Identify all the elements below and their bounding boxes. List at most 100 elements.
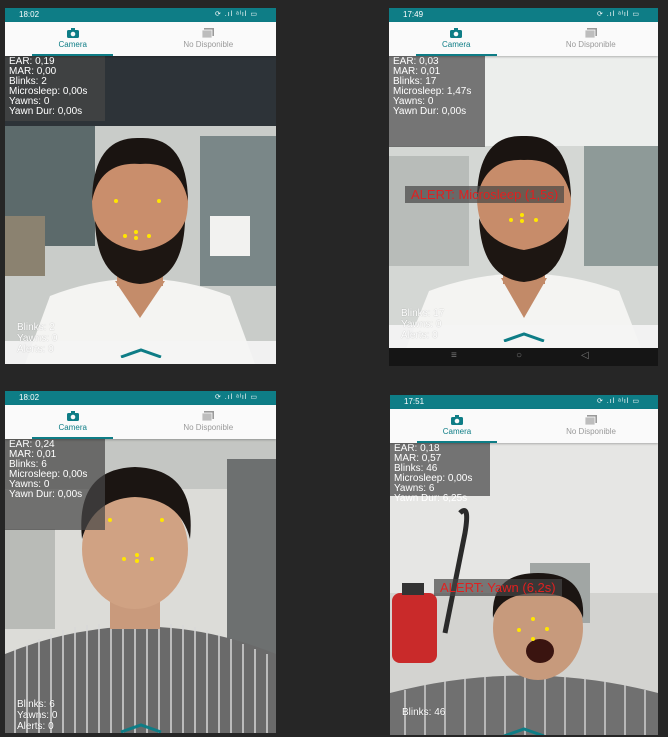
gallery-icon bbox=[202, 28, 215, 38]
tab-camera-label: Camera bbox=[58, 40, 87, 49]
face-landmark-dot bbox=[114, 199, 118, 203]
face-landmark-dot bbox=[517, 628, 521, 632]
status-time: 18:02 bbox=[19, 10, 40, 19]
metric-yawn-duration: Yawn Dur: 0,00s bbox=[9, 489, 83, 500]
bottom-alerts: Alerts: 0 bbox=[17, 344, 54, 355]
system-nav-bar: ≡ ○ ◁ bbox=[389, 348, 658, 366]
face-landmark-dot bbox=[122, 557, 126, 561]
chevron-up-icon[interactable] bbox=[119, 348, 163, 358]
metric-yawn-duration: Yawn Dur: 0,00s bbox=[9, 106, 83, 117]
tab-unavailable-label: No Disponible bbox=[565, 40, 616, 49]
status-time: 17:51 bbox=[404, 397, 425, 406]
metric-yawn-duration: Yawn Dur: 0,00s bbox=[393, 106, 467, 117]
status-icons: ⟳ .ıl ᵃᴵıl ▭ bbox=[214, 394, 258, 401]
tab-unavailable-label: No Disponible bbox=[566, 427, 616, 436]
status-icons: ⟳ .ıl ᵃᴵıl ▭ bbox=[214, 11, 258, 18]
tab-unavailable[interactable]: No Disponible bbox=[524, 22, 659, 56]
tab-indicator bbox=[415, 54, 497, 56]
camera-icon bbox=[66, 28, 79, 38]
face-landmark-dot bbox=[545, 627, 549, 631]
bottom-stats: Blinks: 46 bbox=[402, 707, 445, 718]
nav-menu-icon[interactable]: ≡ bbox=[451, 350, 457, 361]
tab-unavailable-label: No Disponible bbox=[183, 423, 234, 432]
face-landmark-dot bbox=[147, 234, 151, 238]
bottom-blinks: Blinks: 2 bbox=[17, 322, 55, 333]
tab-camera[interactable]: Camera bbox=[5, 405, 141, 439]
bottom-yawns: Yawns: 0 bbox=[401, 319, 442, 330]
phone-screenshot-2: ALERT: Microsleep (1,5s) 17:49 ⟳ .ıl ᵃᴵı… bbox=[389, 8, 658, 366]
metrics-overlay: EAR: 0,03 MAR: 0,01 Blinks: 17 Microslee… bbox=[389, 56, 485, 147]
face-landmark-dot bbox=[134, 230, 138, 234]
metric-yawn-duration: Yawn Dur: 6,25s bbox=[394, 493, 468, 504]
nav-home-icon[interactable]: ○ bbox=[516, 350, 522, 361]
phone-screenshot-1: 18:02 ⟳ .ıl ᵃᴵıl ▭ Camera No Disponible … bbox=[5, 8, 276, 364]
tab-camera-label: Camera bbox=[58, 423, 87, 432]
phone-screenshot-4: ALERT: Yawn (6,2s) 17:51 ⟳ .ıl ᵃᴵıl ▭ Ca… bbox=[390, 395, 658, 735]
metrics-overlay: EAR: 0,19 MAR: 0,00 Blinks: 2 Microsleep… bbox=[5, 56, 105, 121]
metrics-overlay: EAR: 0,18 MAR: 0,57 Blinks: 46 Microslee… bbox=[390, 443, 490, 504]
tab-camera[interactable]: Camera bbox=[390, 409, 524, 443]
tab-unavailable[interactable]: No Disponible bbox=[141, 22, 277, 56]
face-landmark-dot bbox=[509, 218, 513, 222]
metrics-overlay: EAR: 0,24 MAR: 0,01 Blinks: 6 Microsleep… bbox=[5, 439, 105, 530]
face-landmark-dot bbox=[135, 559, 139, 563]
status-bar: 18:02 ⟳ .ıl ᵃᴵıl ▭ bbox=[5, 8, 276, 22]
status-bar: 17:49 ⟳ .ıl ᵃᴵıl ▭ bbox=[389, 8, 658, 22]
alert-banner: ALERT: Microsleep (1,5s) bbox=[405, 186, 565, 203]
bottom-blinks: Blinks: 46 bbox=[402, 707, 446, 718]
face-landmark-dot bbox=[108, 518, 112, 522]
tab-bar: Camera No Disponible bbox=[390, 409, 658, 443]
bottom-alerts: Alerts: 0 bbox=[17, 721, 54, 732]
camera-icon bbox=[450, 28, 463, 38]
bottom-stats: Blinks: 6 Yawns: 0 Alerts: 0 bbox=[17, 699, 57, 732]
face-landmark-dot bbox=[135, 553, 139, 557]
camera-icon bbox=[66, 411, 79, 421]
tab-indicator bbox=[32, 54, 114, 56]
tab-unavailable[interactable]: No Disponible bbox=[141, 405, 277, 439]
tab-bar: Camera No Disponible bbox=[389, 22, 658, 56]
status-bar: 17:51 ⟳ .ıl ᵃᴵıl ▭ bbox=[390, 395, 658, 409]
phone-screenshot-3: 18:02 ⟳ .ıl ᵃᴵıl ▭ Camera No Disponible … bbox=[5, 391, 276, 733]
face-landmark-dot bbox=[534, 218, 538, 222]
face-landmark-dot bbox=[157, 199, 161, 203]
status-time: 18:02 bbox=[19, 393, 40, 402]
face-landmark-dot bbox=[123, 234, 127, 238]
bottom-blinks: Blinks: 17 bbox=[401, 308, 445, 319]
chevron-up-icon[interactable] bbox=[119, 723, 163, 733]
tab-unavailable[interactable]: No Disponible bbox=[524, 409, 658, 443]
nav-back-icon[interactable]: ◁ bbox=[581, 350, 589, 361]
status-icons: ⟳ .ıl ᵃᴵıl ▭ bbox=[596, 398, 640, 405]
face-landmark-dot bbox=[150, 557, 154, 561]
tab-camera[interactable]: Camera bbox=[5, 22, 141, 56]
bottom-alerts: Alerts: 0 bbox=[401, 330, 438, 341]
tab-unavailable-label: No Disponible bbox=[183, 40, 234, 49]
tab-camera[interactable]: Camera bbox=[389, 22, 524, 56]
tab-bar: Camera No Disponible bbox=[5, 22, 276, 56]
face-landmark-dot bbox=[134, 236, 138, 240]
face-landmark-dot bbox=[520, 213, 524, 217]
tab-indicator bbox=[32, 437, 114, 439]
tab-indicator bbox=[416, 441, 498, 443]
chevron-up-icon[interactable] bbox=[502, 727, 546, 735]
alert-banner: ALERT: Yawn (6,2s) bbox=[434, 579, 562, 596]
tab-bar: Camera No Disponible bbox=[5, 405, 276, 439]
bottom-stats: Blinks: 2 Yawns: 0 Alerts: 0 bbox=[17, 322, 57, 355]
chevron-up-icon[interactable] bbox=[502, 332, 546, 342]
status-bar: 18:02 ⟳ .ıl ᵃᴵıl ▭ bbox=[5, 391, 276, 405]
gallery-icon bbox=[585, 415, 597, 425]
tab-camera-label: Camera bbox=[442, 40, 471, 49]
tab-camera-label: Camera bbox=[442, 427, 472, 436]
face-landmark-dot bbox=[520, 219, 524, 223]
gallery-icon bbox=[584, 28, 597, 38]
face-landmark-dot bbox=[531, 637, 535, 641]
bottom-yawns: Yawns: 0 bbox=[17, 333, 58, 344]
face-landmark-dot bbox=[160, 518, 164, 522]
bottom-yawns: Yawns: 0 bbox=[17, 710, 58, 721]
face-landmark-dot bbox=[531, 617, 535, 621]
camera-icon bbox=[451, 415, 463, 425]
status-icons: ⟳ .ıl ᵃᴵıl ▭ bbox=[596, 11, 640, 18]
status-time: 17:49 bbox=[403, 10, 424, 19]
bottom-blinks: Blinks: 6 bbox=[17, 699, 55, 710]
bottom-stats: Blinks: 17 Yawns: 0 Alerts: 0 bbox=[401, 308, 444, 341]
gallery-icon bbox=[202, 411, 215, 421]
